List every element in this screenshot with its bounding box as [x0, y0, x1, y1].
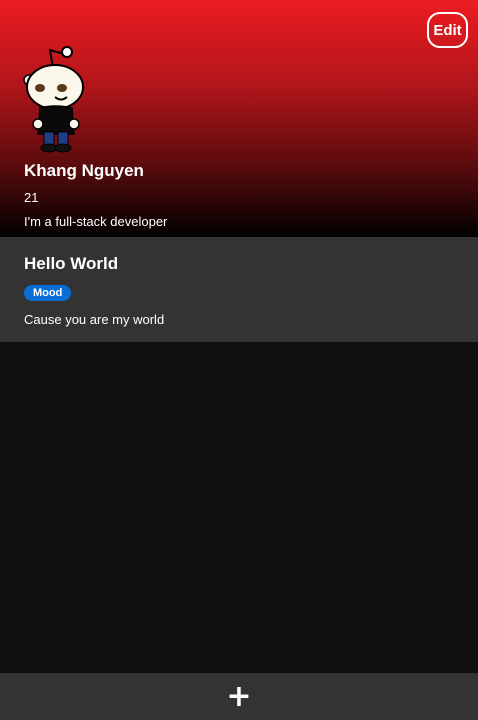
edit-button[interactable]: Edit — [427, 12, 468, 48]
profile-bio: I'm a full-stack developer — [24, 214, 168, 229]
add-post-button[interactable]: + — [219, 677, 259, 717]
mood-tag-badge: Mood — [24, 285, 72, 301]
profile-name: Khang Nguyen — [24, 161, 144, 180]
post-body: Cause you are my world — [24, 312, 165, 327]
post-card[interactable]: Hello World Mood Cause you are my world — [0, 237, 478, 342]
bottom-bar: + — [0, 673, 478, 720]
profile-age: 21 — [24, 190, 39, 205]
profile-header: Edit Khang Nguyen 21 I'm a full-stack de… — [0, 0, 478, 237]
profile-screen: Edit Khang Nguyen 21 I'm a full-stack de… — [0, 0, 478, 720]
avatar — [23, 46, 84, 153]
post-title: Hello World — [24, 254, 119, 273]
